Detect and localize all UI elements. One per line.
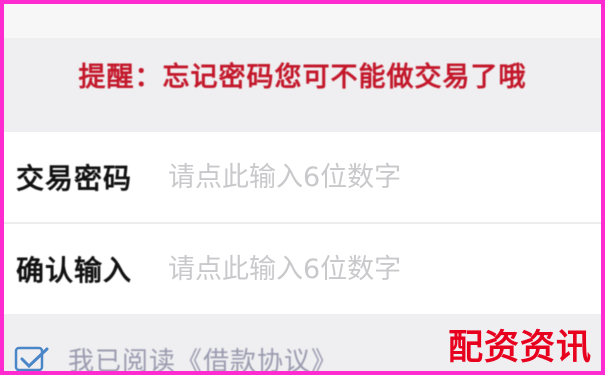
confirm-input-row: 确认输入 (4, 224, 601, 314)
trade-password-row: 交易密码 (4, 132, 601, 222)
password-reminder-notice: 提醒：忘记密码您可不能做交易了哦 (78, 62, 527, 93)
confirm-input-label: 确认输入 (16, 254, 133, 287)
watermark-logo: 配资资讯 (448, 328, 593, 368)
trade-password-label: 交易密码 (16, 162, 133, 195)
screen-frame: 提醒：忘记密码您可不能做交易了哦 交易密码 确认输入 我已阅读《借款协议》 (4, 4, 601, 371)
agreement-row[interactable]: 我已阅读《借款协议》 (14, 342, 338, 371)
trade-password-input[interactable] (166, 146, 591, 208)
checkbox-icon[interactable] (14, 345, 50, 371)
agreement-text[interactable]: 我已阅读《借款协议》 (68, 341, 338, 372)
top-strip (4, 4, 601, 38)
confirm-password-input[interactable] (166, 238, 591, 300)
password-form: 交易密码 确认输入 (4, 132, 601, 314)
